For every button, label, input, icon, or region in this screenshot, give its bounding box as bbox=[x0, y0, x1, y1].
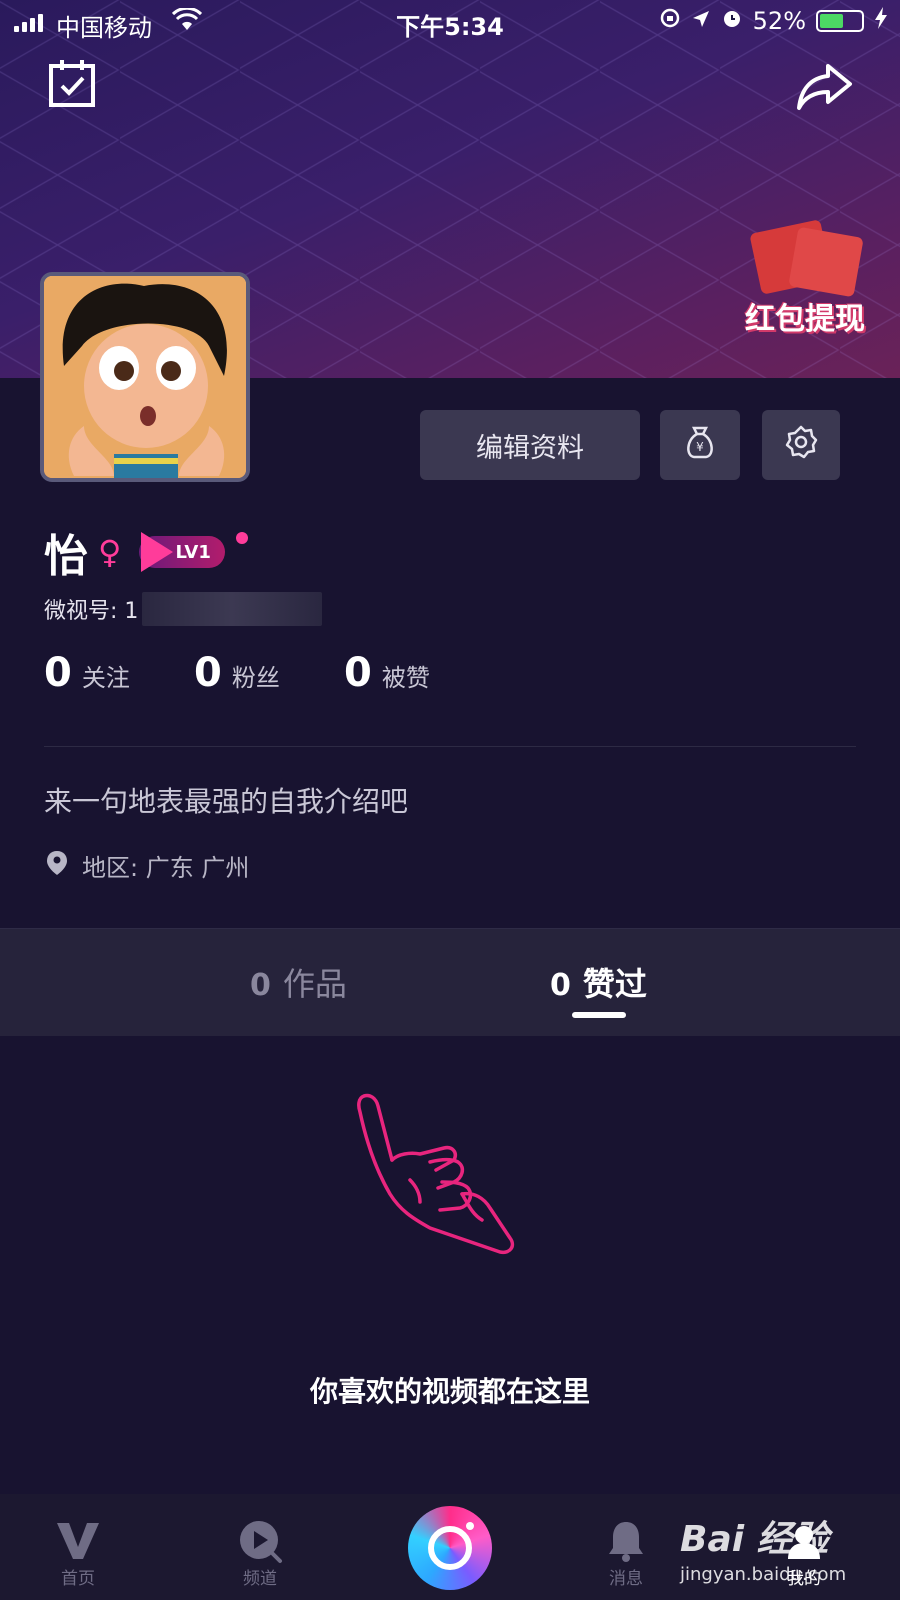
share-icon[interactable] bbox=[796, 62, 854, 116]
money-bag-icon: ¥ bbox=[682, 424, 718, 467]
profile-bio[interactable]: 来一句地表最强的自我介绍吧 bbox=[44, 780, 408, 820]
profile-region: 地区: 广东 广州 bbox=[46, 848, 249, 883]
divider bbox=[44, 746, 856, 747]
female-icon: ♀ bbox=[98, 533, 122, 571]
heart-finger-icon bbox=[350, 1090, 530, 1274]
stat-number: 0 bbox=[344, 650, 372, 696]
watermark-logo-text: Bai 经验 bbox=[680, 1519, 829, 1560]
nav-home[interactable]: 首页 bbox=[18, 1494, 138, 1600]
nav-label: 消息 bbox=[609, 1569, 643, 1589]
svg-text:¥: ¥ bbox=[696, 440, 704, 454]
stat-likes[interactable]: 0 被赞 bbox=[344, 650, 494, 696]
empty-state-message: 你喜欢的视频都在这里 bbox=[309, 1375, 590, 1408]
profile-name-row: 怡 ♀ LV1 bbox=[44, 520, 225, 584]
stat-label: 关注 bbox=[81, 664, 130, 692]
avatar[interactable] bbox=[40, 272, 250, 482]
content-tabbar: 0 作品 0 赞过 bbox=[0, 928, 900, 1036]
weishi-id: 微视号: 1 bbox=[44, 592, 323, 626]
red-packet-withdraw-button[interactable]: 红包提现 bbox=[735, 218, 875, 338]
watermark-url: jingyan.baidu.com bbox=[680, 1564, 847, 1585]
stat-number: 0 bbox=[194, 650, 222, 696]
battery-icon bbox=[816, 10, 864, 32]
active-tab-indicator bbox=[572, 1012, 626, 1018]
nav-label: 频道 bbox=[243, 1569, 277, 1589]
v-logo-icon bbox=[55, 1518, 101, 1564]
alarm-icon bbox=[721, 7, 743, 35]
profile-stats: 0 关注 0 粉丝 0 被赞 bbox=[44, 650, 494, 696]
baidu-watermark: Bai 经验 jingyan.baidu.com bbox=[680, 1510, 846, 1585]
notification-dot bbox=[236, 532, 248, 544]
profile-name: 怡 bbox=[44, 531, 88, 582]
battery-percent: 52% bbox=[752, 7, 806, 35]
nav-messages[interactable]: 消息 bbox=[566, 1494, 686, 1600]
camera-lens-icon bbox=[428, 1526, 472, 1570]
nav-label: 首页 bbox=[61, 1569, 95, 1589]
stat-label: 被赞 bbox=[381, 664, 430, 692]
wallet-button[interactable]: ¥ bbox=[660, 410, 740, 480]
weishi-id-label: 微视号: 1 bbox=[44, 599, 139, 624]
gear-icon bbox=[783, 424, 819, 467]
nav-channel[interactable]: 频道 bbox=[200, 1494, 320, 1600]
edit-profile-button[interactable]: 编辑资料 bbox=[420, 410, 640, 480]
location-icon bbox=[691, 7, 711, 35]
charging-icon bbox=[874, 7, 888, 35]
tab-label: 作品 bbox=[282, 965, 347, 1003]
redacted-id bbox=[142, 592, 323, 626]
channel-play-icon bbox=[237, 1518, 283, 1564]
check-in-calendar-icon[interactable] bbox=[48, 58, 96, 112]
play-icon bbox=[141, 532, 174, 572]
rotation-lock-icon bbox=[659, 7, 681, 35]
level-badge[interactable]: LV1 bbox=[139, 532, 225, 572]
status-bar: 中国移动 下午5:34 52% bbox=[0, 0, 900, 44]
stat-following[interactable]: 0 关注 bbox=[44, 650, 194, 696]
red-packet-label: 红包提现 bbox=[745, 302, 865, 337]
tab-count: 0 bbox=[250, 968, 271, 1003]
edit-profile-label: 编辑资料 bbox=[476, 432, 584, 464]
location-pin-icon bbox=[46, 850, 68, 882]
tab-label: 赞过 bbox=[582, 965, 647, 1003]
stat-followers[interactable]: 0 粉丝 bbox=[194, 650, 344, 696]
tab-count: 0 bbox=[550, 968, 571, 1003]
camera-record-button[interactable] bbox=[408, 1506, 492, 1590]
tab-liked[interactable]: 0 赞过 bbox=[550, 959, 647, 1005]
level-text: LV1 bbox=[175, 541, 211, 563]
stat-number: 0 bbox=[44, 650, 72, 696]
tab-works[interactable]: 0 作品 bbox=[250, 959, 347, 1005]
stat-label: 粉丝 bbox=[231, 664, 280, 692]
bell-icon bbox=[606, 1518, 646, 1564]
region-text: 地区: 广东 广州 bbox=[82, 854, 250, 882]
settings-button[interactable] bbox=[762, 410, 840, 480]
